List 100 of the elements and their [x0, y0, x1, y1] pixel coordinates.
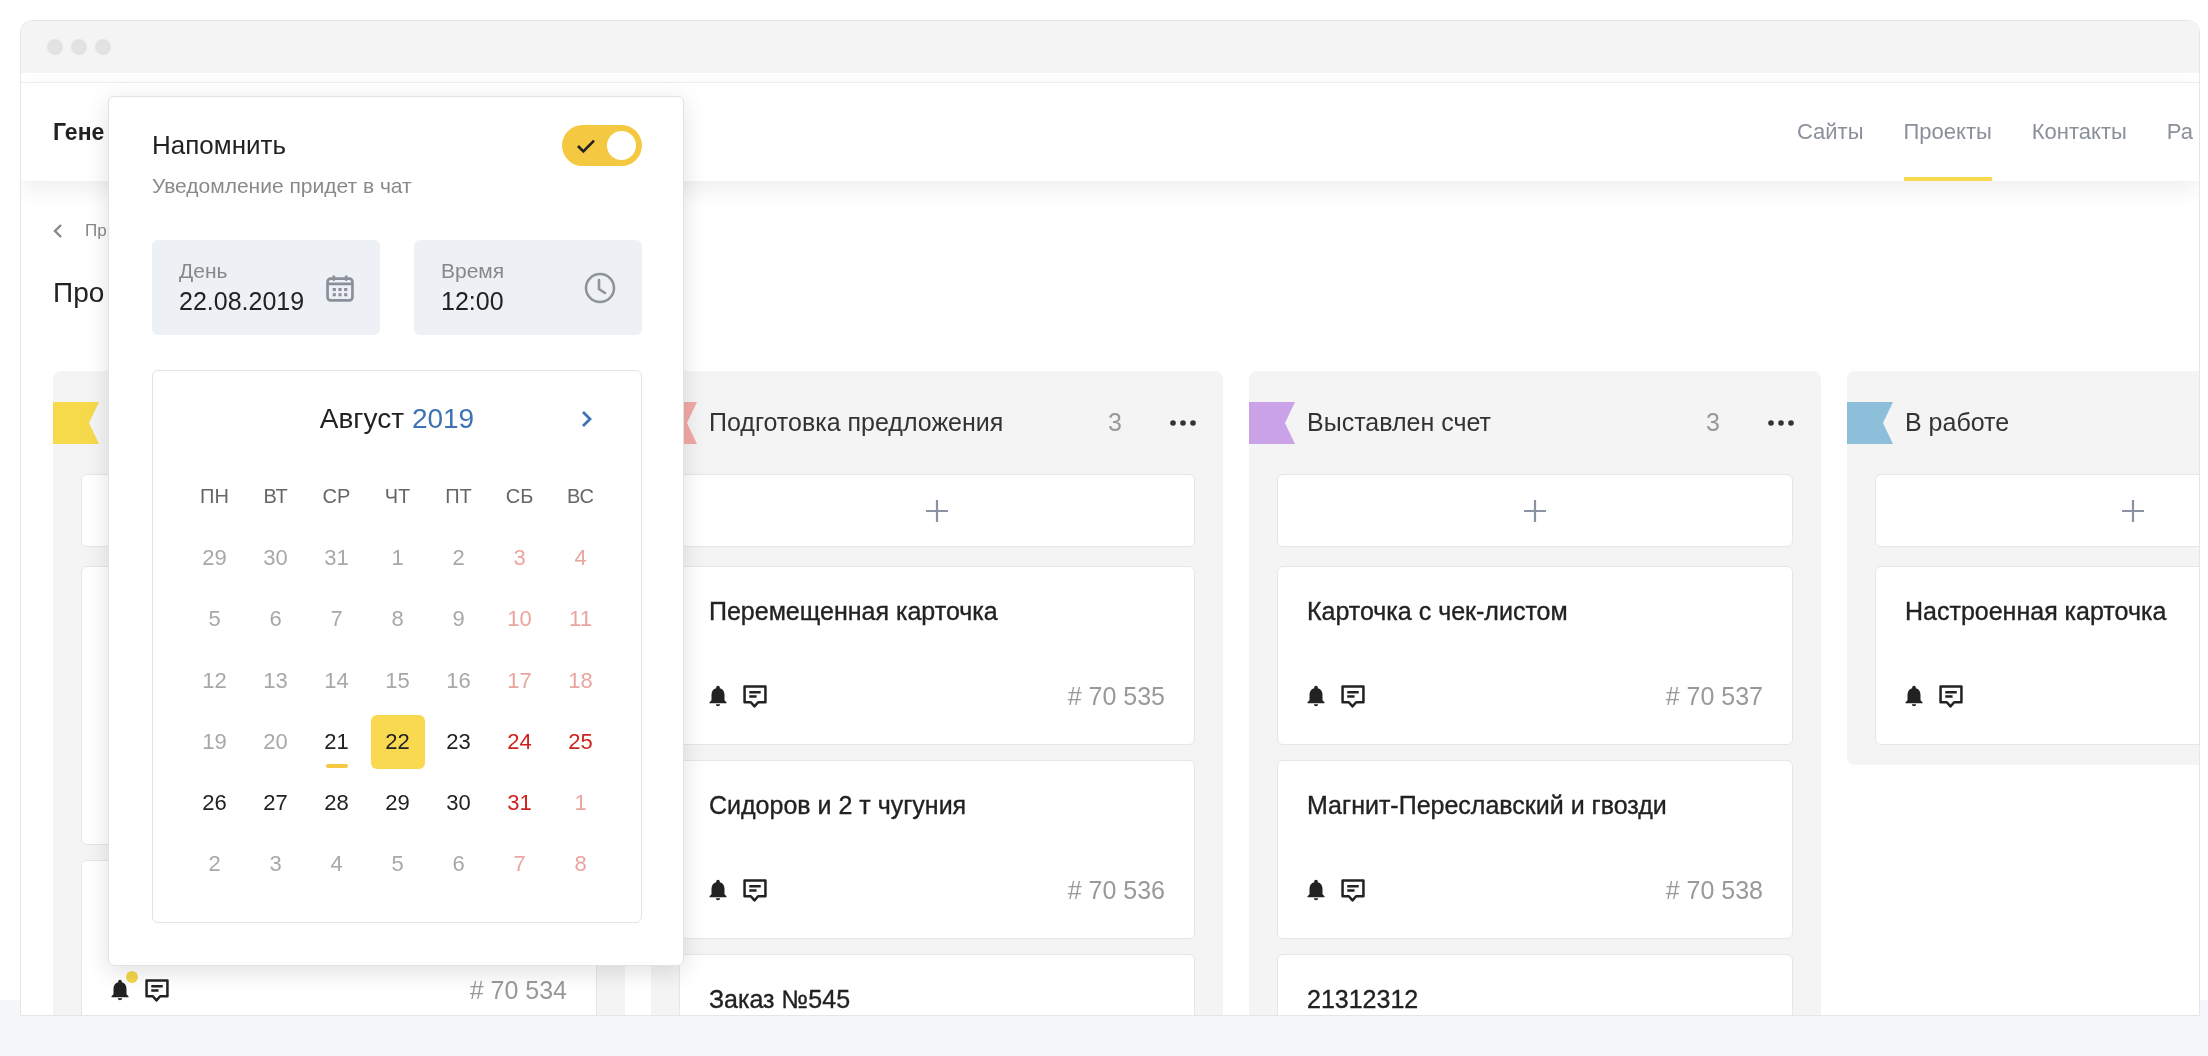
- date-field[interactable]: День 22.08.2019: [152, 240, 380, 335]
- card-title: 21312312: [1307, 985, 1420, 1013]
- card-number: # 70 538: [1665, 875, 1763, 905]
- bell-icon: [1307, 685, 1325, 707]
- bell-icon: [1307, 879, 1325, 901]
- plus-icon: [926, 499, 948, 522]
- weekday-label: ПТ: [444, 484, 473, 510]
- calendar-day[interactable]: 1: [370, 530, 425, 585]
- breadcrumb-link[interactable]: Пр: [85, 221, 107, 241]
- calendar-day[interactable]: 2: [431, 530, 486, 585]
- weekday-label: СБ: [504, 484, 535, 510]
- calendar-day[interactable]: 18: [553, 653, 608, 708]
- calendar-day[interactable]: 29: [187, 530, 242, 585]
- check-icon: [576, 137, 596, 154]
- card-count: 3: [1706, 408, 1720, 437]
- calendar-day[interactable]: 12: [187, 653, 242, 708]
- calendar-day[interactable]: 3: [248, 837, 303, 892]
- calendar-day[interactable]: 30: [431, 776, 486, 831]
- card-number: # 70 537: [1665, 681, 1763, 711]
- calendar-day[interactable]: 31: [309, 530, 364, 585]
- calendar-day[interactable]: 11: [553, 592, 608, 647]
- page-title: Про: [53, 276, 105, 310]
- more-icon[interactable]: [1768, 419, 1794, 426]
- calendar-day[interactable]: 28: [309, 776, 364, 831]
- card-title: Перемещенная карточка: [709, 597, 999, 625]
- bell-icon: [1905, 685, 1923, 707]
- calendar-day[interactable]: 23: [431, 714, 486, 769]
- calendar-day[interactable]: 19: [187, 714, 242, 769]
- comment-icon: [1939, 684, 1963, 708]
- calendar-day[interactable]: 8: [370, 592, 425, 647]
- calendar-day[interactable]: 5: [370, 837, 425, 892]
- reminder-hint: Уведомление придет в чат: [152, 174, 413, 198]
- card[interactable]: Карточка с чек-листом # 70 537: [1277, 566, 1793, 745]
- field-label: Время: [441, 259, 505, 283]
- calendar-day[interactable]: 5: [187, 592, 242, 647]
- calendar-day[interactable]: 22: [370, 714, 425, 769]
- bell-icon: [709, 685, 727, 707]
- calendar-day[interactable]: 17: [492, 653, 547, 708]
- calendar-day[interactable]: 6: [431, 837, 486, 892]
- weekday-label: ПН: [199, 484, 230, 510]
- calendar-day[interactable]: 1: [553, 776, 608, 831]
- weekday-label: ВС: [565, 484, 596, 510]
- clock-icon[interactable]: [584, 271, 616, 304]
- calendar-day[interactable]: 4: [553, 530, 608, 585]
- more-icon[interactable]: [1170, 419, 1196, 426]
- comment-icon: [1341, 684, 1365, 708]
- back-chevron-icon[interactable]: [53, 223, 63, 239]
- calendar-day[interactable]: 26: [187, 776, 242, 831]
- card-count: 3: [1108, 408, 1122, 437]
- field-value: 22.08.2019: [179, 287, 305, 316]
- calendar-day[interactable]: 29: [370, 776, 425, 831]
- calendar-day[interactable]: 30: [248, 530, 303, 585]
- calendar-day[interactable]: 2: [187, 837, 242, 892]
- calendar-day[interactable]: 21: [309, 714, 364, 769]
- field-label: День: [179, 259, 229, 283]
- card-number: # 70 536: [1067, 875, 1165, 905]
- calendar-day[interactable]: 15: [370, 653, 425, 708]
- toggle-switch[interactable]: [562, 125, 642, 166]
- card-title: Заказ №545: [709, 985, 852, 1013]
- calendar-day[interactable]: 7: [309, 592, 364, 647]
- time-field[interactable]: Время 12:00: [414, 240, 642, 335]
- calendar-day[interactable]: 31: [492, 776, 547, 831]
- calendar-day[interactable]: 27: [248, 776, 303, 831]
- calendar-day[interactable]: 8: [553, 837, 608, 892]
- card[interactable]: Магнит-Переславский и гвозди # 70 538: [1277, 760, 1793, 939]
- card[interactable]: Заказ №545: [679, 954, 1195, 1015]
- calendar-day[interactable]: 14: [309, 653, 364, 708]
- card-number: # 70 534: [469, 975, 567, 1005]
- calendar-icon[interactable]: [326, 273, 354, 302]
- site-title: Гене: [53, 118, 105, 146]
- card-title: Карточка с чек-листом: [1307, 597, 1569, 625]
- comment-icon: [145, 978, 169, 1002]
- calendar-day[interactable]: 16: [431, 653, 486, 708]
- calendar-day[interactable]: 10: [492, 592, 547, 647]
- card[interactable]: Настроенная карточка: [1875, 566, 2199, 745]
- calendar-day[interactable]: 7: [492, 837, 547, 892]
- calendar-day[interactable]: 9: [431, 592, 486, 647]
- nav-tab[interactable]: Проекты: [1903, 83, 1992, 181]
- nav-tab[interactable]: Сайты: [1796, 83, 1864, 181]
- calendar-day[interactable]: 24: [492, 714, 547, 769]
- card[interactable]: 21312312: [1277, 954, 1793, 1015]
- calendar-day[interactable]: 4: [309, 837, 364, 892]
- bell-icon: [111, 979, 129, 1001]
- weekday-label: СР: [321, 484, 352, 510]
- column-title: Подготовка предложения: [709, 408, 1004, 437]
- calendar-day[interactable]: 20: [248, 714, 303, 769]
- nav-tab[interactable]: Ра: [2166, 83, 2193, 181]
- chevron-right-icon: [581, 410, 593, 428]
- calendar-day[interactable]: 3: [492, 530, 547, 585]
- comment-icon: [743, 684, 767, 708]
- nav-tab[interactable]: Контакты: [2031, 83, 2127, 181]
- card-title: Магнит-Переславский и гвозди: [1307, 791, 1668, 819]
- plus-icon: [1524, 499, 1546, 522]
- bell-icon: [709, 879, 727, 901]
- calendar-day[interactable]: 13: [248, 653, 303, 708]
- card-title: Настроенная карточка: [1905, 597, 2168, 625]
- card-number: # 70 535: [1067, 681, 1165, 711]
- column-title: Выставлен счет: [1307, 408, 1491, 437]
- calendar-day[interactable]: 6: [248, 592, 303, 647]
- calendar-day[interactable]: 25: [553, 714, 608, 769]
